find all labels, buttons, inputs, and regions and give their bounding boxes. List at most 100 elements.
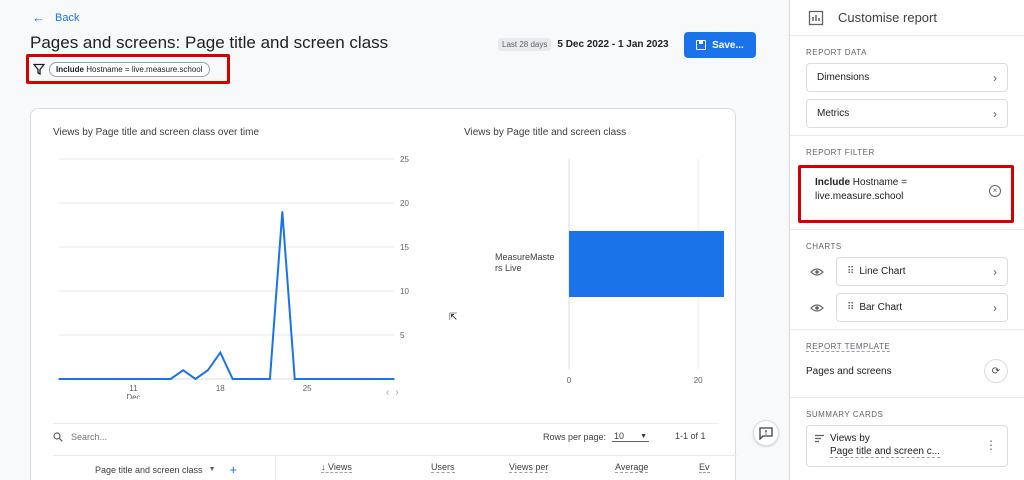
line-point bbox=[306, 378, 308, 380]
back-label: Back bbox=[55, 11, 80, 24]
charts-label: CHARTS bbox=[806, 242, 842, 251]
filter-chip-condition: Hostname = live.measure.school bbox=[86, 64, 203, 74]
unlink-template-icon[interactable]: ⟳ bbox=[984, 359, 1008, 383]
report-filter-item[interactable]: Include Hostname = live.measure.school × bbox=[798, 165, 1014, 223]
bar-chart-row: ⠿ Bar Chart › bbox=[810, 293, 1008, 322]
dimensions-item[interactable]: Dimensions › bbox=[806, 63, 1008, 92]
feedback-icon bbox=[759, 426, 773, 440]
line-chart-label: Line Chart bbox=[859, 266, 906, 277]
eye-icon[interactable] bbox=[810, 303, 824, 313]
page-title: Pages and screens: Page title and screen… bbox=[30, 33, 389, 52]
table-toolbar: Rows per page: 10 ▼ 1-1 of 1 bbox=[53, 423, 719, 449]
rows-per-page-select[interactable]: 10 ▼ bbox=[612, 431, 649, 442]
filter-chip-include: Include bbox=[56, 64, 85, 74]
line-y-tick-label: 25 bbox=[400, 155, 409, 164]
filter-funnel-icon bbox=[33, 63, 45, 75]
bar-mark[interactable] bbox=[569, 231, 724, 297]
table-header: Page title and screen class ▼ + ↓ Views … bbox=[53, 455, 737, 480]
line-y-tick-label: 15 bbox=[400, 243, 409, 252]
line-point bbox=[145, 378, 147, 380]
report-template-row: Pages and screens ⟳ bbox=[790, 357, 1024, 393]
template-value: Pages and screens bbox=[806, 365, 892, 377]
line-point bbox=[194, 378, 197, 380]
chart-prev-icon[interactable]: ‹ bbox=[386, 387, 389, 398]
bar-category-label: MeasureMaste rs Live bbox=[495, 252, 555, 273]
summary-line2: Page title and screen c... bbox=[830, 446, 941, 458]
panel-header: Customise report bbox=[790, 0, 1024, 36]
back-link[interactable]: ← Back bbox=[32, 10, 79, 25]
line-point bbox=[95, 378, 98, 380]
bar-chart-title: Views by Page title and screen class bbox=[464, 127, 627, 138]
dropdown-caret-icon: ▼ bbox=[640, 432, 647, 440]
drag-handle-icon[interactable]: ⠿ bbox=[847, 302, 854, 313]
rows-per-page-value: 10 bbox=[614, 431, 625, 441]
eye-icon[interactable] bbox=[810, 267, 824, 277]
line-point bbox=[169, 378, 172, 380]
chart-pager[interactable]: ‹ › bbox=[386, 387, 399, 398]
customise-report-panel: Customise report REPORT DATA Dimensions … bbox=[789, 0, 1024, 480]
metrics-item[interactable]: Metrics › bbox=[806, 99, 1008, 128]
dimensions-label: Dimensions bbox=[817, 72, 870, 83]
line-point bbox=[182, 369, 184, 371]
line-point bbox=[293, 378, 296, 380]
users-column-header[interactable]: Users bbox=[431, 462, 455, 473]
filter-bar-highlight: Include Hostname = live.measure.school bbox=[26, 54, 230, 84]
line-point bbox=[207, 369, 209, 371]
line-point bbox=[132, 378, 135, 380]
add-dimension-icon[interactable]: + bbox=[230, 462, 238, 477]
average-column-header[interactable]: Average bbox=[615, 462, 649, 473]
dimension-column-header[interactable]: Page title and screen class ▼ + bbox=[95, 462, 237, 477]
date-range-picker[interactable]: Last 28 days 5 Dec 2022 - 1 Jan 2023 bbox=[498, 38, 669, 51]
views-column-header[interactable]: ↓ Views bbox=[321, 462, 352, 473]
metrics-label: Metrics bbox=[817, 108, 850, 119]
bar-chart-label: Bar Chart bbox=[859, 302, 903, 313]
panel-title: Customise report bbox=[838, 10, 937, 25]
drag-handle-icon[interactable]: ⠿ bbox=[847, 266, 854, 277]
save-button[interactable]: Save... bbox=[684, 32, 756, 58]
filter-chip[interactable]: Include Hostname = live.measure.school bbox=[49, 61, 210, 77]
bar-chart-item[interactable]: ⠿ Bar Chart › bbox=[836, 293, 1008, 322]
search-icon bbox=[53, 431, 63, 442]
dimension-header-label: Page title and screen class bbox=[95, 464, 203, 475]
line-point bbox=[58, 378, 60, 380]
summary-cards-label: SUMMARY CARDS bbox=[806, 410, 884, 419]
line-point bbox=[343, 378, 346, 380]
views-per-column-header[interactable]: Views per bbox=[509, 462, 549, 473]
bar-chart: MeasureMaste rs Live 0 20 bbox=[495, 159, 724, 385]
chevron-right-icon: › bbox=[993, 70, 997, 85]
line-point bbox=[269, 378, 271, 380]
line-point bbox=[219, 351, 222, 354]
more-vert-icon[interactable]: ⋮ bbox=[985, 438, 997, 452]
line-chart-title: Views by Page title and screen class ove… bbox=[53, 127, 260, 138]
filter-condition-line1: Hostname = bbox=[852, 177, 907, 188]
chevron-right-icon: › bbox=[993, 300, 997, 315]
report-filter-label: REPORT FILTER bbox=[806, 148, 875, 157]
line-point bbox=[244, 378, 246, 380]
line-point bbox=[355, 378, 358, 380]
bar-x-tick-label: 20 bbox=[694, 376, 703, 385]
feedback-button[interactable] bbox=[753, 420, 779, 446]
chevron-right-icon: › bbox=[993, 106, 997, 121]
line-point bbox=[368, 378, 370, 380]
line-x-tick-label: 25 bbox=[303, 384, 312, 393]
line-point bbox=[83, 378, 85, 380]
line-point bbox=[70, 378, 73, 380]
rows-per-page: Rows per page: 10 ▼ bbox=[543, 431, 649, 442]
chart-next-icon[interactable]: › bbox=[395, 387, 398, 398]
save-disk-icon bbox=[696, 40, 707, 50]
dimension-caret-icon[interactable]: ▼ bbox=[209, 466, 216, 473]
search-input[interactable] bbox=[71, 431, 271, 442]
events-column-header[interactable]: Ev bbox=[699, 462, 710, 473]
line-series bbox=[59, 211, 394, 381]
report-data-label: REPORT DATA bbox=[806, 48, 867, 57]
line-chart-item[interactable]: ⠿ Line Chart › bbox=[836, 257, 1008, 286]
summary-card-item[interactable]: Views by Page title and screen c... ⋮ bbox=[806, 425, 1008, 467]
back-arrow-icon: ← bbox=[32, 10, 45, 25]
line-point bbox=[157, 378, 160, 380]
report-card: Views by Page title and screen class ove… bbox=[30, 108, 737, 480]
line-point bbox=[380, 378, 383, 380]
line-x-tick-label: 11 Dec bbox=[126, 384, 140, 399]
mouse-cursor-icon: ⇱ bbox=[449, 312, 458, 323]
report-main-area: ← Back Pages and screens: Page title and… bbox=[0, 0, 788, 480]
clear-filter-icon[interactable]: × bbox=[989, 185, 1001, 197]
